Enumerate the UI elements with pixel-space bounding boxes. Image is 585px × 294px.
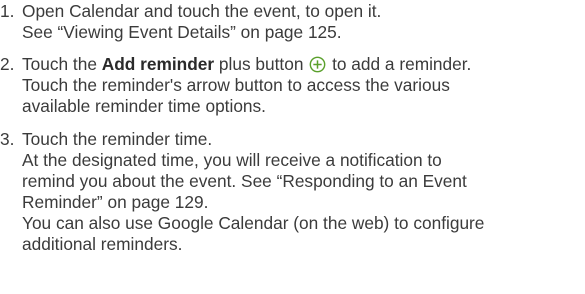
step-3-line-4: Reminder” on page 129.	[22, 192, 209, 212]
step-3-line-6: additional reminders.	[22, 234, 183, 254]
step-3-line-3: remind you about the event. See “Respond…	[22, 171, 467, 191]
step-3: 3. Touch the reminder time. At the design…	[0, 129, 585, 255]
plus-circle-icon	[309, 56, 326, 73]
step-3-line-2: At the designated time, you will receive…	[22, 150, 442, 170]
step-3-text: Touch the reminder time.	[22, 129, 213, 149]
step-2-suffix: to add a reminder.	[327, 54, 472, 74]
step-2-number: 2.	[0, 54, 15, 74]
step-1-first-line: 1. Open Calendar and touch the event, to …	[0, 1, 585, 22]
step-2: 2. Touch the Add reminder plus button to …	[0, 54, 585, 117]
step-3-first-line: 3. Touch the reminder time.	[0, 129, 585, 150]
step-1: 1. Open Calendar and touch the event, to …	[0, 1, 585, 43]
step-2-line-2: Touch the reminder's arrow button to acc…	[22, 75, 450, 95]
step-2-line-3: available reminder time options.	[22, 96, 266, 116]
add-reminder-label: Add reminder	[101, 54, 215, 74]
step-3-number: 3.	[0, 129, 15, 149]
step-1-line-2: See “Viewing Event Details” on page 125.	[22, 22, 342, 42]
step-1-number: 1.	[0, 1, 15, 21]
step-2-prefix: Touch the	[22, 54, 102, 74]
step-1-text: Open Calendar and touch the event, to op…	[22, 1, 382, 21]
step-3-line-5: You can also use Google Calendar (on the…	[22, 213, 485, 233]
step-2-first-line: 2. Touch the Add reminder plus button to …	[0, 54, 585, 75]
step-2-middle: plus button	[214, 54, 309, 74]
